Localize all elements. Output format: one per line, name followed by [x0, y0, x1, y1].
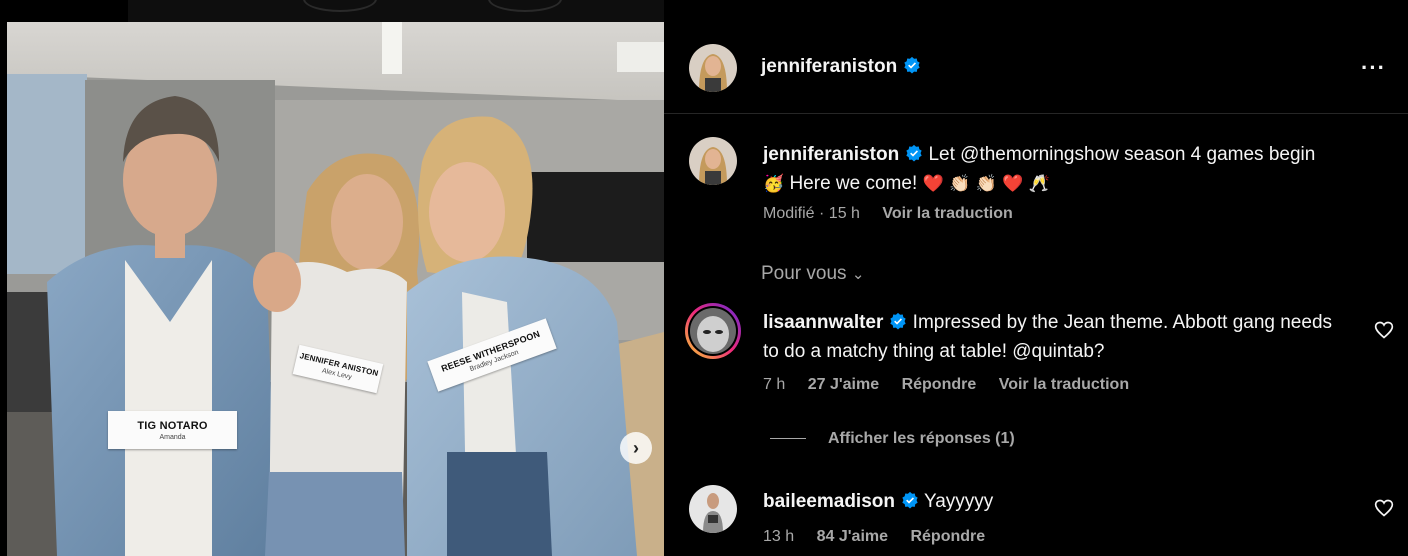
reply-button[interactable]: Répondre — [910, 528, 985, 545]
verified-badge-icon — [902, 491, 918, 509]
caption-username[interactable]: jenniferaniston — [763, 144, 923, 165]
comment-text: Yayyyyy — [923, 491, 994, 512]
story-ring — [488, 0, 562, 12]
name-tag-role: Amanda — [159, 433, 186, 441]
chevron-down-icon: ⌄ — [851, 266, 865, 283]
for-you-sort-button[interactable]: Pour vous ⌄ — [761, 263, 864, 285]
comment-likes[interactable]: 84 J'aime — [817, 528, 888, 545]
comment-lisaannwalter: lisaannwalter Impressed by the Jean them… — [763, 308, 1343, 366]
comment-avatar-baileemadison[interactable] — [689, 485, 737, 533]
caption-text: Let @themorningshow season 4 games begin — [928, 144, 1316, 165]
for-you-label: Pour vous — [761, 263, 847, 284]
comment-username-text: baileemadison — [763, 491, 895, 512]
comment-username[interactable]: baileemadison — [763, 491, 919, 512]
comment-time: 7 h — [763, 376, 786, 393]
comment-likes[interactable]: 27 J'aime — [808, 376, 879, 393]
more-horizontal-icon: ··· — [1361, 55, 1386, 80]
post-details-panel: jenniferaniston ··· jenniferaniston Let … — [664, 22, 1408, 556]
verified-badge-icon — [904, 56, 920, 74]
comment-time: 13 h — [763, 528, 795, 545]
reply-button[interactable]: Répondre — [902, 376, 977, 393]
comment-meta: 7 h 27 J'aime Répondre Voir la traductio… — [763, 376, 1147, 394]
author-username[interactable]: jenniferaniston — [761, 56, 921, 78]
comment-username-text: lisaannwalter — [763, 312, 884, 333]
post-photo: TIG NOTARO Amanda JENNIFER ANISTON Alex … — [7, 22, 664, 556]
caption-username-text: jenniferaniston — [763, 144, 900, 165]
author-username-text: jenniferaniston — [761, 56, 898, 77]
like-comment-heart-icon[interactable] — [1374, 320, 1394, 340]
author-avatar[interactable] — [689, 44, 737, 92]
view-replies-label: Afficher les réponses (1) — [828, 430, 1015, 447]
name-tag-tig-notaro: TIG NOTARO Amanda — [108, 411, 237, 449]
caption-line-2: Here we come! — [789, 173, 918, 194]
story-ring — [303, 0, 377, 12]
top-strip — [128, 0, 664, 22]
caption-time: 15 h — [828, 205, 860, 222]
next-photo-button[interactable]: › — [620, 432, 652, 464]
caption-author-avatar[interactable] — [689, 137, 737, 185]
comment-translate-link[interactable]: Voir la traduction — [999, 376, 1129, 393]
edited-label: Modifié — [763, 205, 815, 222]
party-face-emoji: 🥳 — [763, 174, 785, 194]
comment-avatar-lisaannwalter[interactable] — [685, 303, 741, 359]
verified-badge-icon — [906, 144, 922, 162]
verified-badge-icon — [890, 312, 907, 330]
comment-username[interactable]: lisaannwalter — [763, 312, 907, 333]
more-options-button[interactable]: ··· — [1361, 55, 1386, 81]
comment-baileemadison: baileemadison Yayyyyy — [763, 487, 993, 516]
like-comment-heart-icon[interactable] — [1374, 498, 1394, 518]
name-tag-name: TIG NOTARO — [137, 419, 208, 432]
caption-meta: Modifié · 15 h Voir la traduction — [763, 205, 1013, 222]
caption-emojis: ❤️ 👏🏻 👏🏻 ❤️ 🥂 — [922, 174, 1050, 194]
post-header: jenniferaniston ··· — [664, 22, 1408, 114]
view-replies-button[interactable]: Afficher les réponses (1) — [770, 430, 1015, 448]
photo-illustration — [7, 22, 664, 556]
caption-translate-link[interactable]: Voir la traduction — [882, 205, 1012, 222]
post-caption: jenniferaniston Let @themorningshow seas… — [763, 140, 1383, 199]
chevron-right-icon: › — [633, 437, 639, 458]
replies-divider — [770, 438, 806, 440]
comment-meta: 13 h 84 J'aime Répondre — [763, 528, 1003, 546]
